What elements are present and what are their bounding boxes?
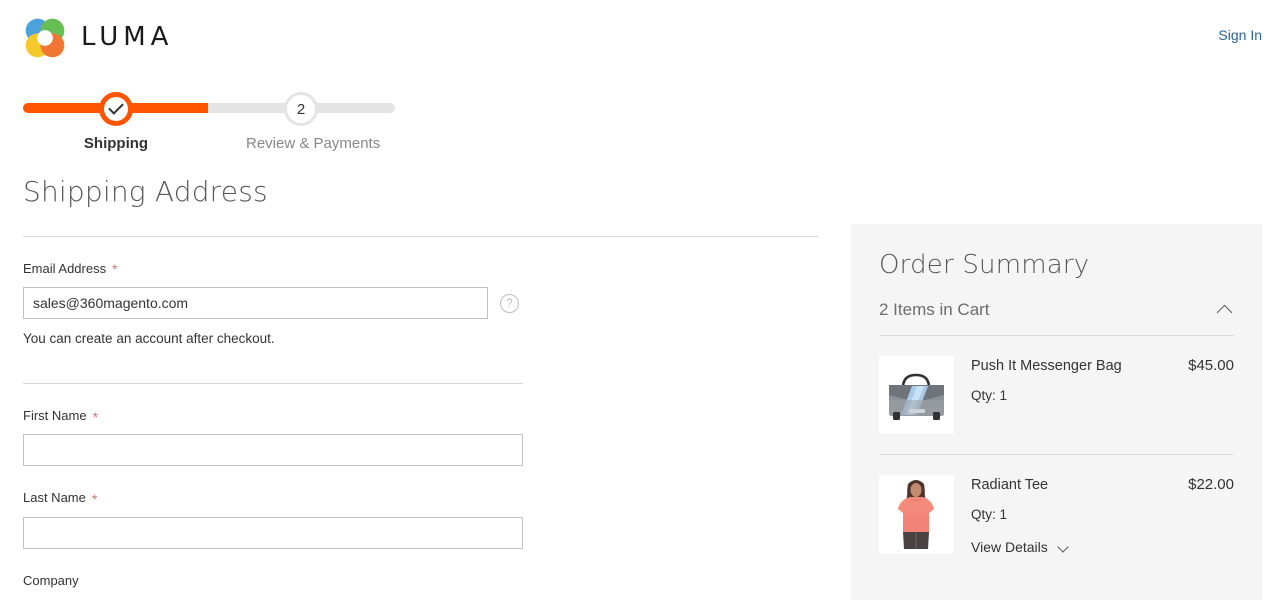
messenger-bag-thumbnail-icon [879,355,954,434]
cart-item-price: $45.00 [1188,356,1234,374]
view-details-toggle[interactable]: View Details [971,538,1069,556]
first-name-input-row [23,434,823,467]
checkout-page: LUMA Sign In Shipping 2 Review & Payment… [0,0,1285,600]
radiant-tee-thumbnail-icon [879,474,954,553]
form-divider [23,382,523,384]
cart-item: Push It Messenger Bag $45.00 Qty: 1 [879,336,1234,454]
email-hint-text: You can create an account after checkout… [23,331,275,347]
cart-item-qty: Qty: 1 [971,388,1008,404]
company-field-label: Company [23,572,79,588]
progress-step-review-payments[interactable]: 2 Review & Payments [246,92,381,153]
order-summary-title: Order Summary [879,250,1090,280]
progress-step-shipping-label: Shipping [83,135,149,152]
cart-item-name: Radiant Tee [971,476,1049,493]
email-field-label: Email Address [23,260,107,276]
items-in-cart-toggle[interactable]: 2 Items in Cart [879,300,1234,336]
first-name-field-block: First Name * [23,408,823,467]
page-header: LUMA Sign In [0,0,1285,80]
required-marker: * [91,491,98,508]
checkout-progress-bar: Shipping 2 Review & Payments [23,92,395,154]
section-divider [23,235,818,237]
first-name-field-label: First Name [23,407,87,423]
chevron-up-icon[interactable] [1216,304,1233,321]
page-title: Shipping Address [23,175,268,208]
cart-item-qty: Qty: 1 [971,507,1008,523]
last-name-field-block: Last Name * [23,490,823,549]
brand-name: LUMA [81,22,174,52]
required-marker: * [92,408,99,425]
order-summary-panel: Order Summary 2 Items in Cart Push It Me… [851,224,1262,600]
cart-item-header: Radiant Tee $22.00 [971,475,1234,495]
step-bullet-upcoming: 2 [284,92,318,126]
email-input-row: ? [23,287,823,320]
cart-item-body: Radiant Tee $22.00 Qty: 1 View Details [971,475,1234,557]
view-details-label: View Details [971,538,1048,555]
email-field-block: Email Address * ? You can create an acco… [23,261,823,348]
company-field-label-row: Company [23,573,823,589]
last-name-input-row [23,516,823,549]
first-name-input[interactable] [23,434,523,467]
last-name-input[interactable] [23,516,523,549]
chevron-down-icon [1057,541,1069,553]
email-input[interactable] [23,287,488,320]
luma-flower-logo-icon [22,15,68,61]
first-name-field-label-row: First Name * [23,408,823,424]
shipping-address-form: Shipping Address Email Address * ? You c… [23,175,823,600]
check-icon [108,99,124,115]
last-name-field-label: Last Name [23,490,86,506]
cart-item: Radiant Tee $22.00 Qty: 1 View Details [879,453,1234,577]
brand-logo[interactable]: LUMA [22,15,173,61]
cart-item-price: $22.00 [1188,475,1234,493]
last-name-field-label-row: Last Name * [23,490,823,506]
step-number-label: 2 [296,100,306,118]
required-marker: * [112,261,118,278]
cart-item-name: Push It Messenger Bag [971,357,1122,374]
step-bullet-complete [99,92,133,126]
cart-item-header: Push It Messenger Bag $45.00 [971,356,1234,376]
sign-in-link[interactable]: Sign In [1218,27,1262,44]
progress-step-review-payments-label: Review & Payments [246,135,381,152]
company-field-block: Company [23,573,823,600]
email-field-label-row: Email Address * [23,261,823,277]
question-mark-icon[interactable]: ? [500,293,519,313]
progress-step-shipping[interactable]: Shipping [61,92,171,153]
cart-item-body: Push It Messenger Bag $45.00 Qty: 1 [971,356,1234,405]
items-in-cart-label: 2 Items in Cart [879,300,990,320]
